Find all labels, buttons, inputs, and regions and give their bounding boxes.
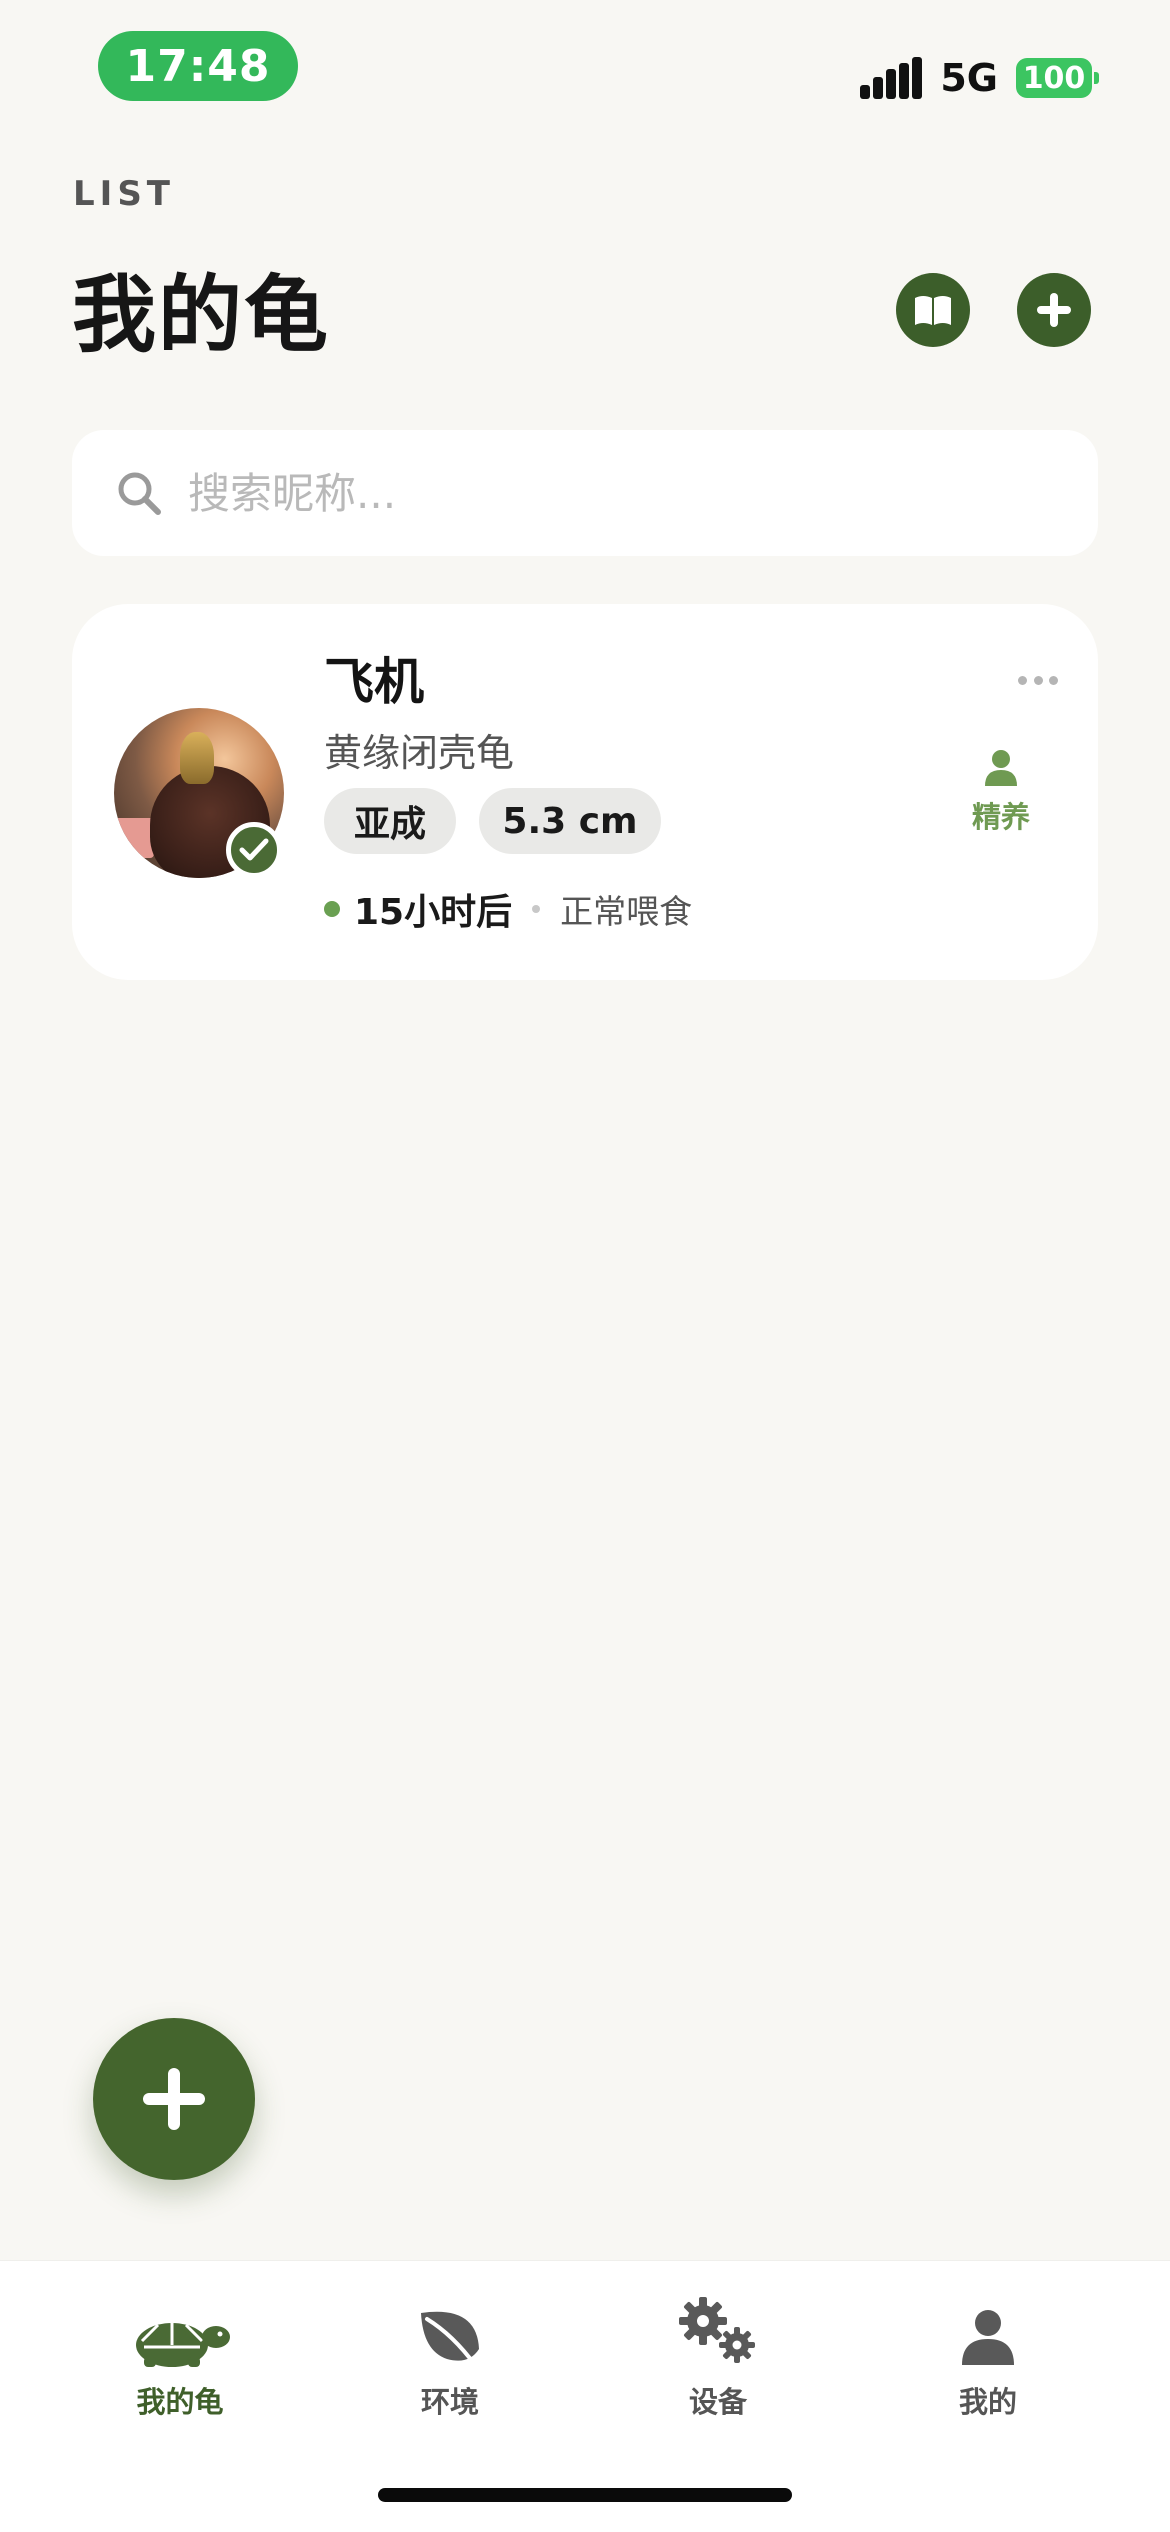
- home-indicator[interactable]: [378, 2488, 792, 2502]
- gears-icon: [679, 2297, 755, 2363]
- feed-status-dot: [324, 901, 340, 917]
- tab-profile-label: 我的: [958, 2385, 1017, 2419]
- feeding-info: 15小时后 正常喂食: [324, 884, 692, 934]
- tab-my-turtles[interactable]: 我的龟: [34, 2261, 326, 2421]
- battery-icon: 100: [1016, 58, 1099, 98]
- page-title: 我的龟: [72, 266, 331, 364]
- encyclopedia-button[interactable]: [896, 273, 970, 347]
- screen: 17:48 5G 100 LIST 我的龟 搜索昵称... 飞机 黄缘闭壳龟 亚…: [0, 0, 1170, 2532]
- more-options-icon[interactable]: [1018, 674, 1058, 686]
- tab-environment-label: 环境: [420, 2385, 479, 2419]
- tab-environment[interactable]: 环境: [304, 2261, 596, 2421]
- network-label: 5G: [940, 56, 998, 100]
- status-time: 17:48: [98, 31, 298, 101]
- floating-add-button[interactable]: [93, 2018, 255, 2180]
- next-feed-time: 15小时后: [354, 892, 513, 933]
- size-chip: 5.3 cm: [479, 788, 661, 854]
- search-icon: [118, 472, 161, 515]
- search-input[interactable]: [188, 468, 988, 518]
- book-icon: [915, 296, 951, 325]
- verified-badge: [226, 822, 282, 878]
- leaf-icon: [421, 2311, 479, 2367]
- plus-icon: [143, 2068, 205, 2130]
- battery-level: 100: [1022, 60, 1086, 96]
- care-level: 精养: [946, 748, 1056, 836]
- turtle-icon: [136, 2323, 230, 2367]
- separator-dot: [532, 905, 541, 913]
- turtle-species: 黄缘闭壳龟: [324, 731, 515, 775]
- add-turtle-button[interactable]: [1017, 273, 1091, 347]
- person-icon: [962, 2310, 1014, 2365]
- tab-devices[interactable]: 设备: [572, 2261, 864, 2421]
- turtle-card[interactable]: 飞机 黄缘闭壳龟 亚成 5.3 cm 15小时后 正常喂食 精养: [72, 604, 1098, 980]
- tab-devices-label: 设备: [688, 2385, 747, 2419]
- signal-icon: [860, 57, 923, 99]
- feed-status: 正常喂食: [560, 892, 693, 931]
- person-icon: [985, 750, 1017, 786]
- search-bar[interactable]: [72, 430, 1098, 556]
- status-indicators: 5G 100: [860, 50, 1099, 106]
- tab-profile[interactable]: 我的: [842, 2261, 1134, 2421]
- growth-stage-chip: 亚成: [324, 788, 456, 854]
- turtle-name: 飞机: [324, 653, 424, 711]
- page-eyebrow: LIST: [73, 174, 175, 214]
- check-icon: [239, 838, 269, 861]
- tab-my-turtles-label: 我的龟: [136, 2385, 224, 2419]
- care-level-label: 精养: [971, 800, 1030, 834]
- plus-icon: [1037, 293, 1071, 327]
